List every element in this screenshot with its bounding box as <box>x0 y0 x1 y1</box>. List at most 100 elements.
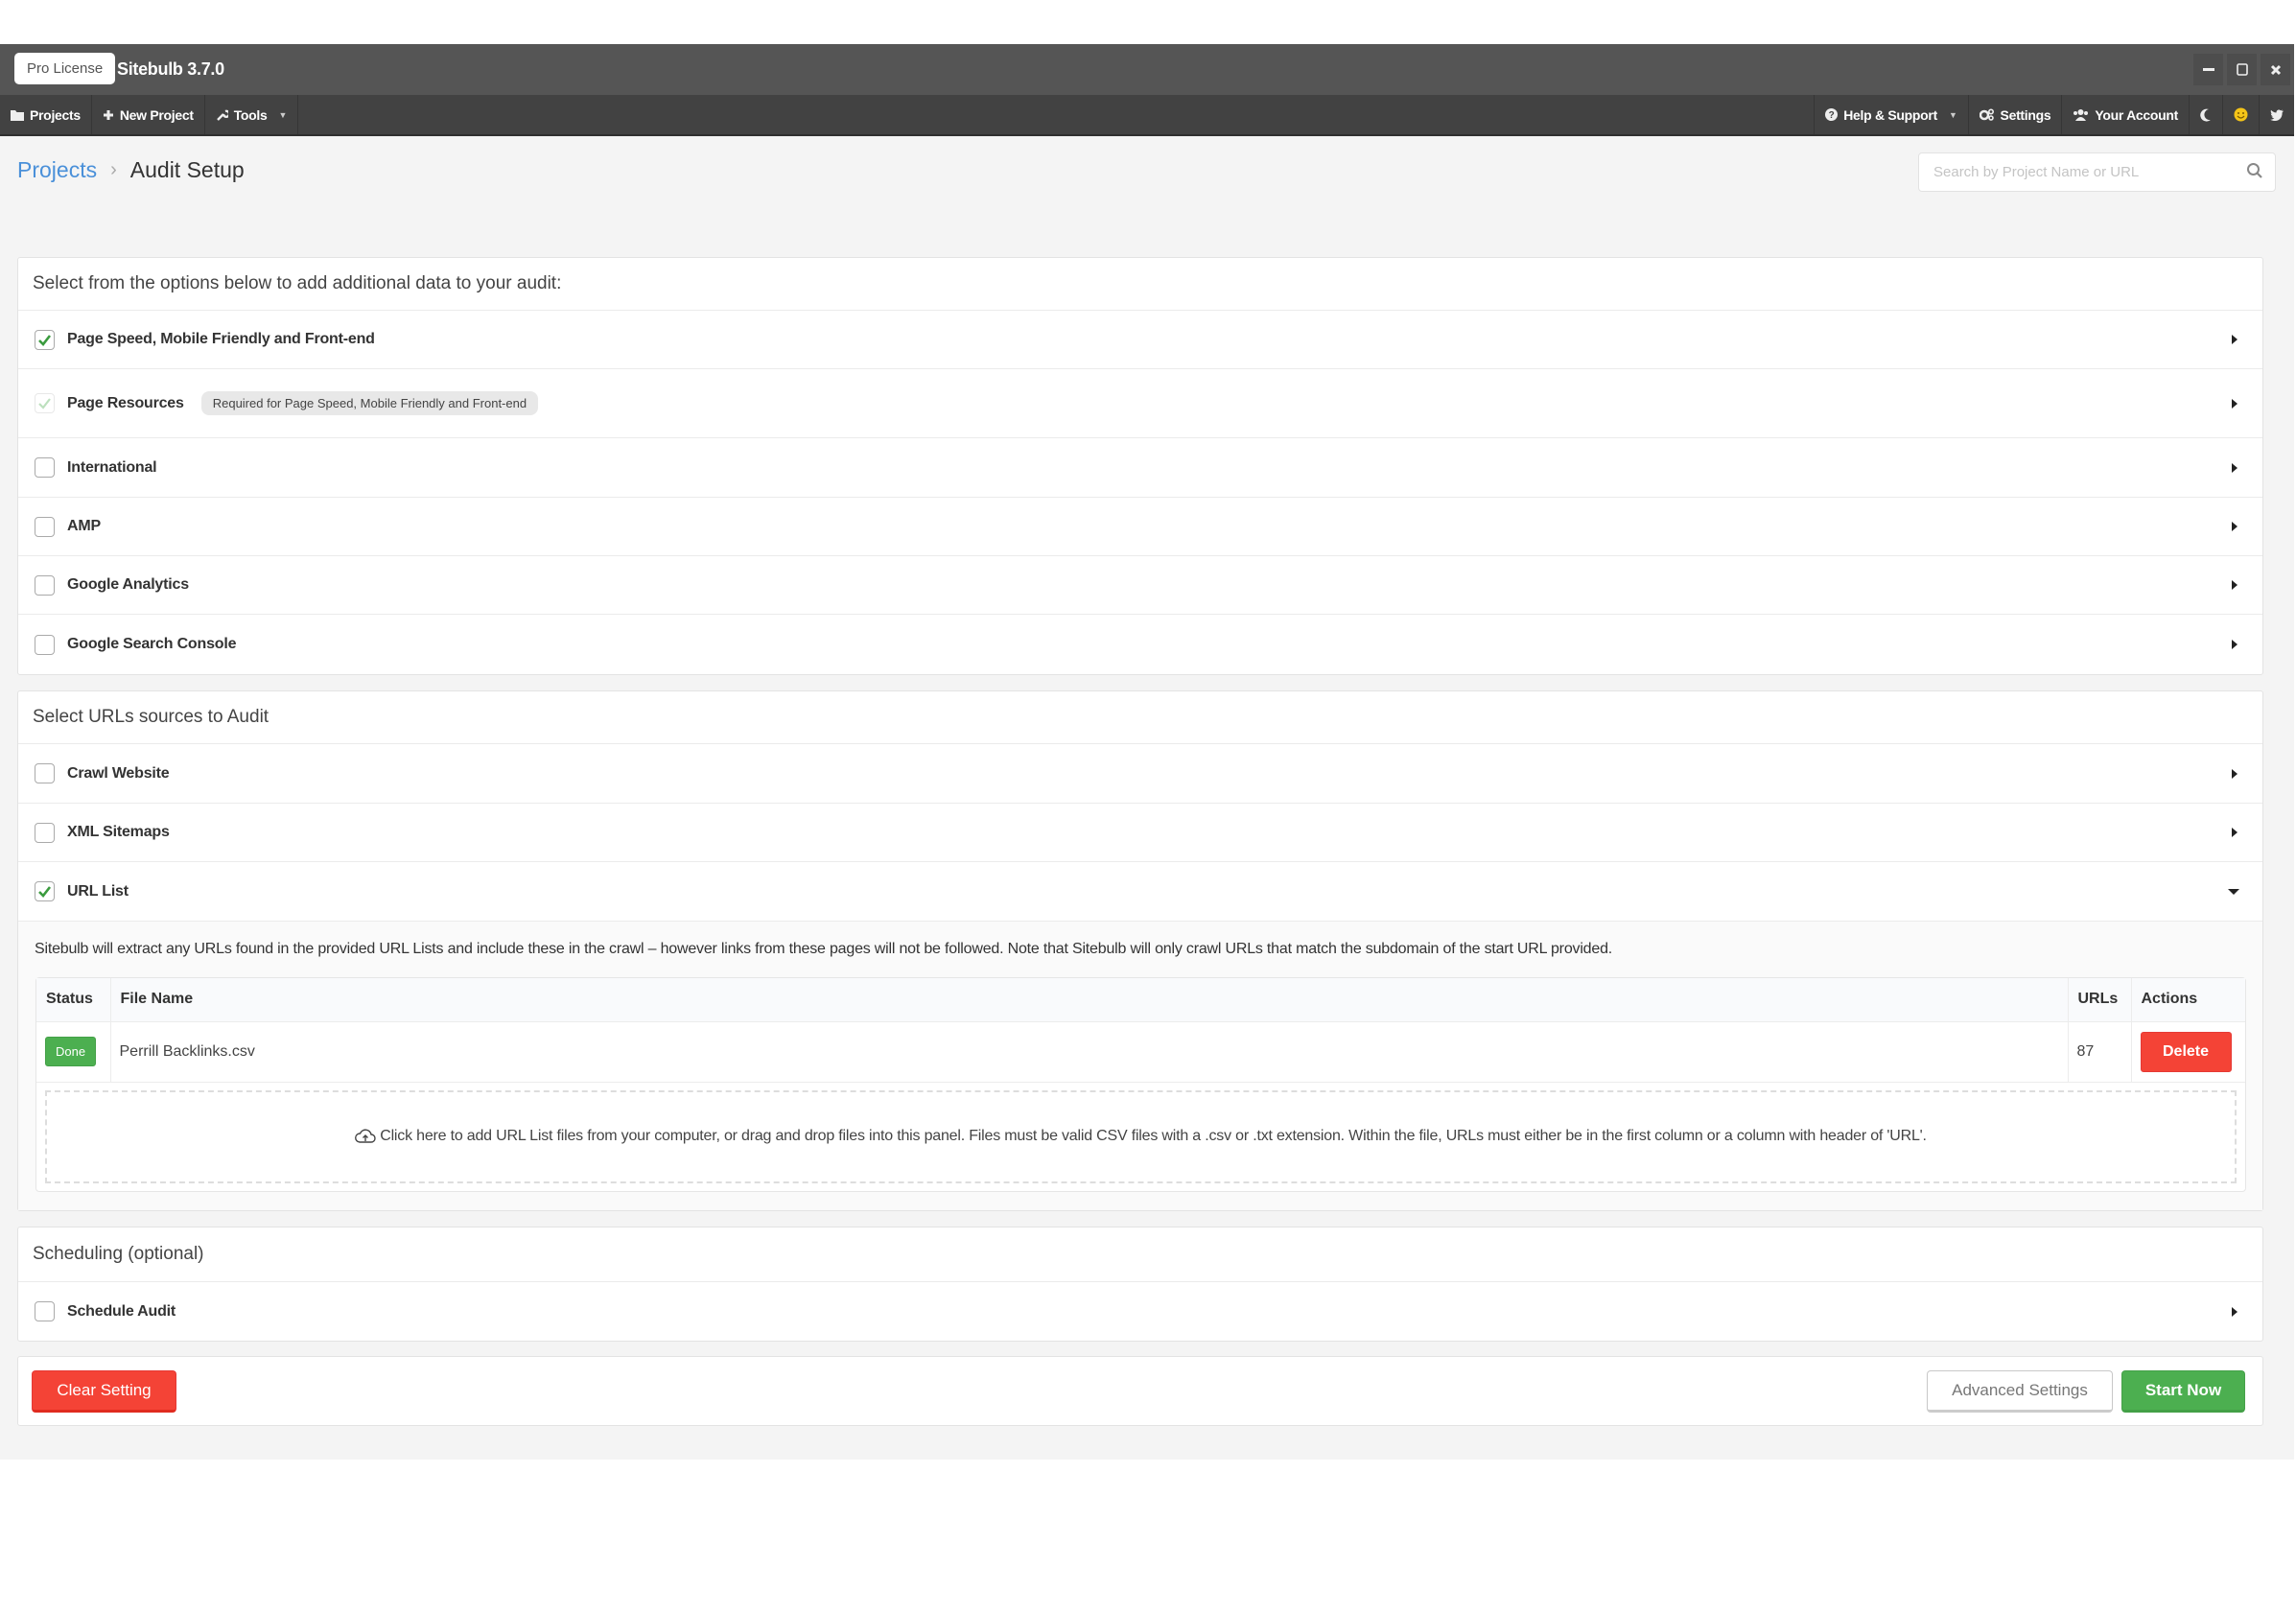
column-header-urls: URLs <box>2068 978 2132 1022</box>
nav-tools[interactable]: Tools ▼ <box>205 95 299 134</box>
required-badge: Required for Page Speed, Mobile Friendly… <box>200 391 539 415</box>
search-input[interactable] <box>1919 153 2226 191</box>
chevron-down-icon: ▼ <box>1948 109 1957 120</box>
page-resources-checkbox <box>35 393 55 413</box>
nav-your-account[interactable]: Your Account <box>2061 95 2189 134</box>
moon-icon <box>2200 108 2211 122</box>
nav-projects[interactable]: Projects <box>0 95 92 134</box>
caret-down-icon[interactable] <box>2228 888 2239 895</box>
nav-help-support[interactable]: ? Help & Support ▼ <box>1814 95 1967 134</box>
international-checkbox[interactable] <box>35 457 55 478</box>
chevron-right-icon: › <box>110 159 117 180</box>
source-row-url-list[interactable]: URL List <box>18 862 2262 922</box>
option-row-page-resources[interactable]: Page Resources Required for Page Speed, … <box>18 369 2262 438</box>
check-icon <box>38 334 52 346</box>
option-row-google-analytics[interactable]: Google Analytics <box>18 556 2262 615</box>
license-badge: Pro License <box>14 53 116 84</box>
gears-icon <box>1979 108 1994 121</box>
crawl-website-checkbox[interactable] <box>35 763 55 783</box>
caret-right-icon[interactable] <box>2232 1306 2237 1317</box>
url-sources-panel: Select URLs sources to Audit Crawl Websi… <box>17 690 2263 1211</box>
app-title: Sitebulb 3.7.0 <box>117 59 224 79</box>
caret-right-icon[interactable] <box>2232 580 2237 590</box>
nav-account-label: Your Account <box>2095 106 2178 123</box>
actions-panel: Clear Setting Advanced Settings Start No… <box>17 1356 2263 1426</box>
breadcrumb-projects-link[interactable]: Projects <box>17 157 97 183</box>
close-icon <box>2270 64 2281 75</box>
source-row-xml-sitemaps[interactable]: XML Sitemaps <box>18 804 2262 862</box>
scheduling-panel: Scheduling (optional) Schedule Audit <box>17 1227 2263 1342</box>
caret-right-icon[interactable] <box>2232 462 2237 473</box>
nav-dark-mode[interactable] <box>2189 95 2222 134</box>
clear-setting-button[interactable]: Clear Setting <box>32 1370 176 1413</box>
nav-settings-label: Settings <box>2000 106 2051 123</box>
twitter-icon <box>2270 108 2284 121</box>
caret-right-icon[interactable] <box>2232 768 2237 779</box>
nav-settings[interactable]: Settings <box>1967 95 2062 134</box>
caret-right-icon[interactable] <box>2232 522 2237 531</box>
scheduling-heading: Scheduling (optional) <box>18 1227 2262 1282</box>
source-label: XML Sitemaps <box>67 824 170 840</box>
app-window: Pro License Sitebulb 3.7.0 Projects New … <box>0 44 2294 1460</box>
column-header-actions: Actions <box>2131 978 2245 1022</box>
caret-right-icon[interactable] <box>2232 335 2237 344</box>
caret-right-icon[interactable] <box>2232 398 2237 409</box>
option-row-amp[interactable]: AMP <box>18 498 2262 556</box>
minimize-button[interactable] <box>2193 54 2223 85</box>
source-label: URL List <box>67 882 129 900</box>
option-label: International <box>67 458 157 476</box>
start-now-button[interactable]: Start Now <box>2121 1370 2245 1413</box>
additional-data-panel: Select from the options below to add add… <box>17 257 2263 675</box>
nav-new-project[interactable]: New Project <box>92 95 205 134</box>
url-list-table: Status File Name URLs Actions Done Perri… <box>35 977 2246 1192</box>
nav-bar: Projects New Project Tools ▼ ? Help & Su… <box>0 95 2294 136</box>
option-row-page-speed[interactable]: Page Speed, Mobile Friendly and Front-en… <box>18 311 2262 369</box>
option-label: Google Search Console <box>67 636 237 652</box>
table-header-row: Status File Name URLs Actions <box>36 978 2245 1022</box>
url-list-description: Sitebulb will extract any URLs found in … <box>18 922 2262 977</box>
plus-icon <box>103 109 113 120</box>
table-row: Done Perrill Backlinks.csv 87 Delete <box>36 1021 2245 1083</box>
folder-icon <box>11 109 24 121</box>
close-button[interactable] <box>2261 54 2290 85</box>
wrench-icon <box>216 109 228 121</box>
source-row-crawl-website[interactable]: Crawl Website <box>18 744 2262 804</box>
option-label: Page Resources <box>67 394 184 411</box>
option-row-international[interactable]: International <box>18 438 2262 498</box>
title-bar: Pro License Sitebulb 3.7.0 <box>0 44 2294 95</box>
column-header-status: Status <box>36 978 111 1022</box>
option-label: Schedule Audit <box>67 1302 176 1320</box>
page-title: Audit Setup <box>129 157 245 182</box>
url-list-expanded: Sitebulb will extract any URLs found in … <box>18 922 2262 1210</box>
nav-tools-label: Tools <box>233 106 268 123</box>
url-list-checkbox[interactable] <box>35 881 55 901</box>
caret-right-icon[interactable] <box>2232 640 2237 649</box>
option-row-schedule-audit[interactable]: Schedule Audit <box>18 1282 2262 1341</box>
file-dropzone[interactable]: Click here to add URL List files from yo… <box>45 1089 2237 1183</box>
option-label: AMP <box>67 518 101 534</box>
url-count-cell: 87 <box>2068 1021 2132 1083</box>
status-badge: Done <box>45 1037 97 1066</box>
breadcrumb: Projects › Audit Setup <box>17 157 245 183</box>
nav-twitter[interactable] <box>2259 95 2294 134</box>
maximize-icon <box>2236 63 2248 76</box>
page-speed-checkbox[interactable] <box>35 329 55 350</box>
caret-right-icon[interactable] <box>2232 828 2237 837</box>
nav-new-project-label: New Project <box>119 106 194 123</box>
google-analytics-checkbox[interactable] <box>35 574 55 596</box>
option-row-google-search-console[interactable]: Google Search Console <box>18 615 2262 674</box>
check-icon <box>38 398 51 409</box>
delete-button[interactable]: Delete <box>2140 1031 2232 1072</box>
check-icon <box>38 886 52 898</box>
advanced-settings-button[interactable]: Advanced Settings <box>1927 1370 2113 1413</box>
cloud-upload-icon <box>355 1129 376 1143</box>
amp-checkbox[interactable] <box>35 516 55 537</box>
minimize-icon <box>2202 67 2214 71</box>
schedule-audit-checkbox[interactable] <box>35 1301 55 1321</box>
nav-help-label: Help & Support <box>1843 106 1937 123</box>
nav-feedback[interactable] <box>2222 95 2259 134</box>
xml-sitemaps-checkbox[interactable] <box>35 822 55 843</box>
google-search-console-checkbox[interactable] <box>35 634 55 655</box>
search-icon[interactable] <box>2246 162 2263 179</box>
maximize-button[interactable] <box>2227 54 2257 85</box>
